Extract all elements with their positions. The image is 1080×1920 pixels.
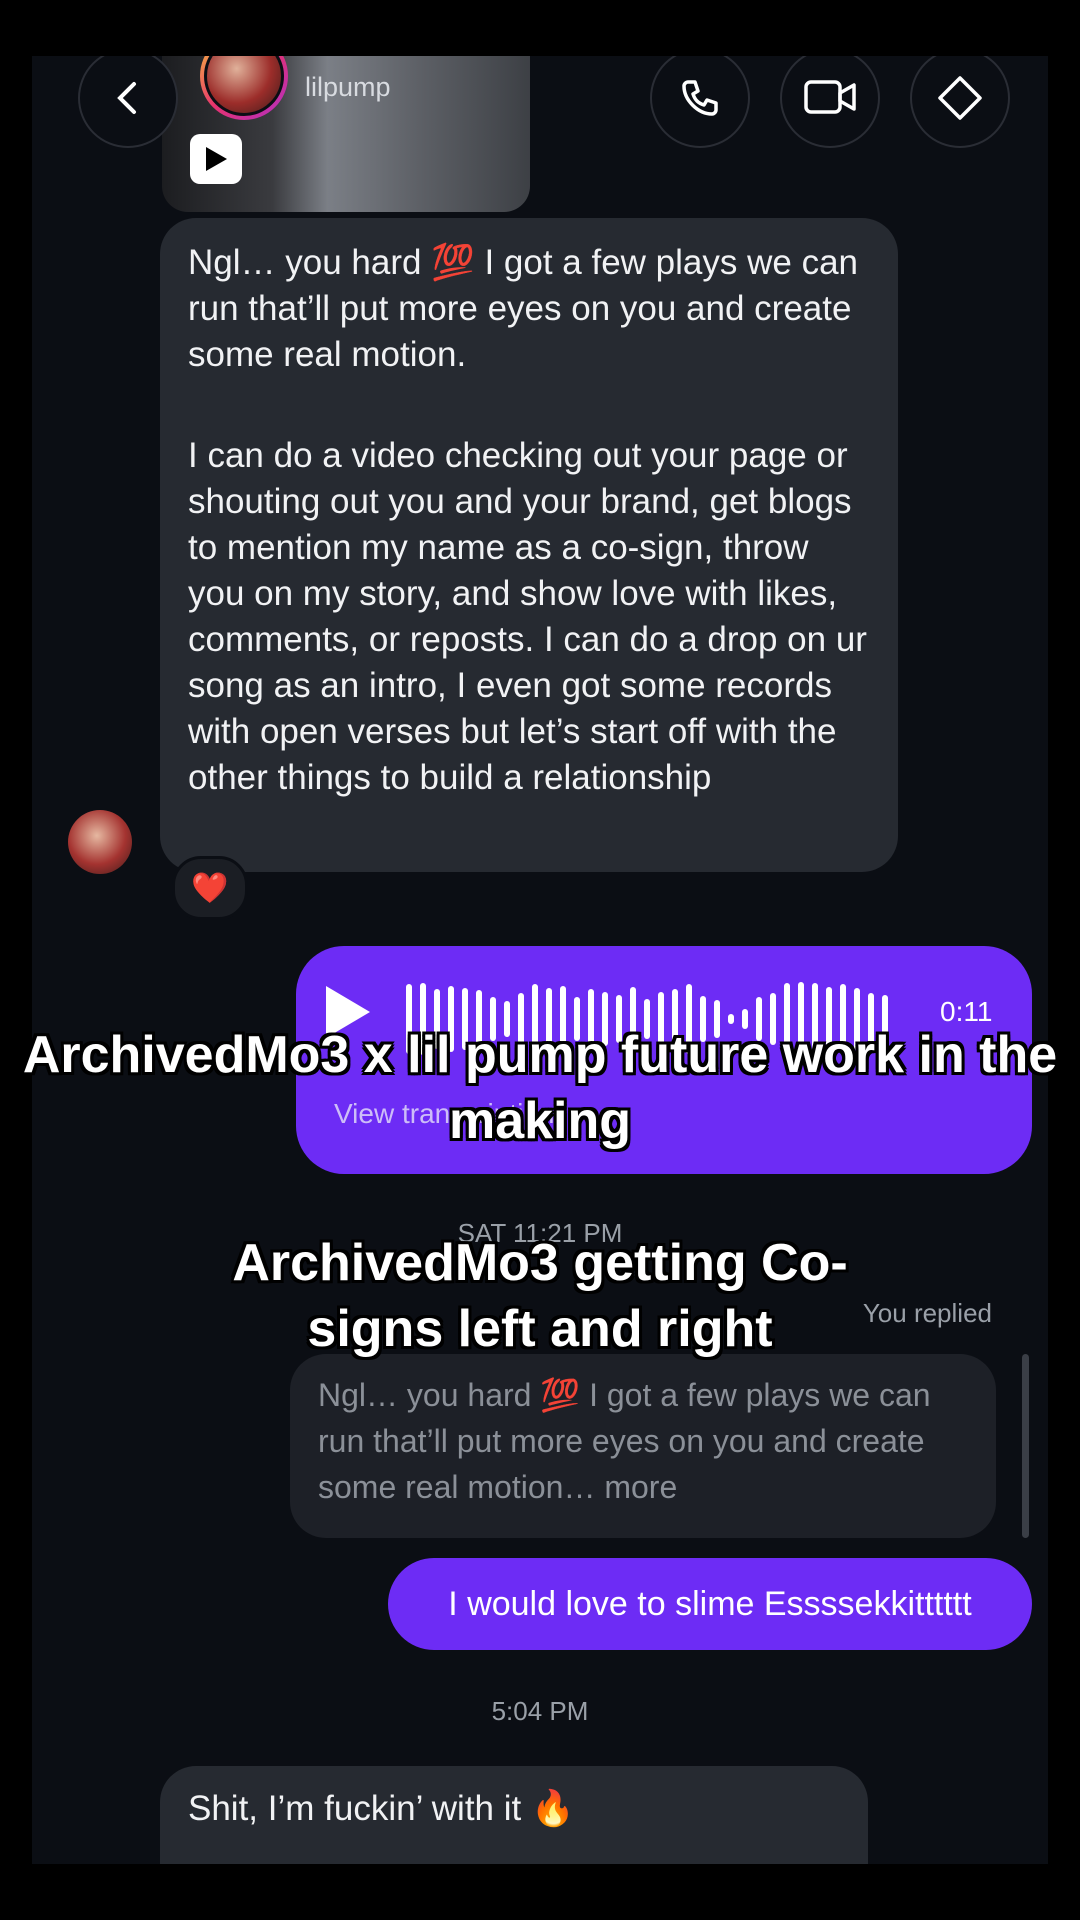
overlay-caption: ArchivedMo3 x lil pump future work in th… — [22, 1026, 1058, 1150]
quoted-message[interactable]: Ngl… you hard 💯 I got a few plays we can… — [290, 1354, 996, 1538]
tag-icon — [938, 76, 982, 120]
heart-reaction[interactable]: ❤️ — [172, 856, 248, 920]
message-paragraph: I can do a video checking out your page … — [188, 436, 867, 797]
outgoing-message-bubble[interactable]: I would love to slime Essssekkitttttt — [388, 1558, 1032, 1650]
chevron-left-icon — [117, 82, 136, 114]
reel-play-icon[interactable] — [190, 134, 242, 184]
header-username[interactable]: lilpump — [305, 72, 391, 103]
more-link[interactable]: more — [595, 1469, 677, 1505]
incoming-message-bubble[interactable]: Shit, I’m fuckin’ with it 🔥 — [160, 1766, 868, 1864]
overlay-caption: ArchivedMo3 getting Co-signs left and ri… — [232, 1234, 848, 1358]
chat-screen: lilpump Ngl… you hard 💯 I got a few play… — [32, 56, 1048, 1864]
call-button[interactable] — [650, 56, 750, 148]
video-camera-icon — [804, 80, 856, 114]
phone-icon — [682, 80, 718, 116]
incoming-message-bubble[interactable]: Ngl… you hard 💯 I got a few plays we can… — [160, 218, 898, 872]
info-button[interactable] — [910, 56, 1010, 148]
video-call-button[interactable] — [780, 56, 880, 148]
reply-indicator-bar — [1022, 1354, 1029, 1538]
message-paragraph: Ngl… you hard 💯 I got a few plays we can… — [188, 243, 859, 374]
timestamp: 5:04 PM — [491, 1696, 589, 1726]
sender-avatar[interactable] — [68, 810, 132, 874]
